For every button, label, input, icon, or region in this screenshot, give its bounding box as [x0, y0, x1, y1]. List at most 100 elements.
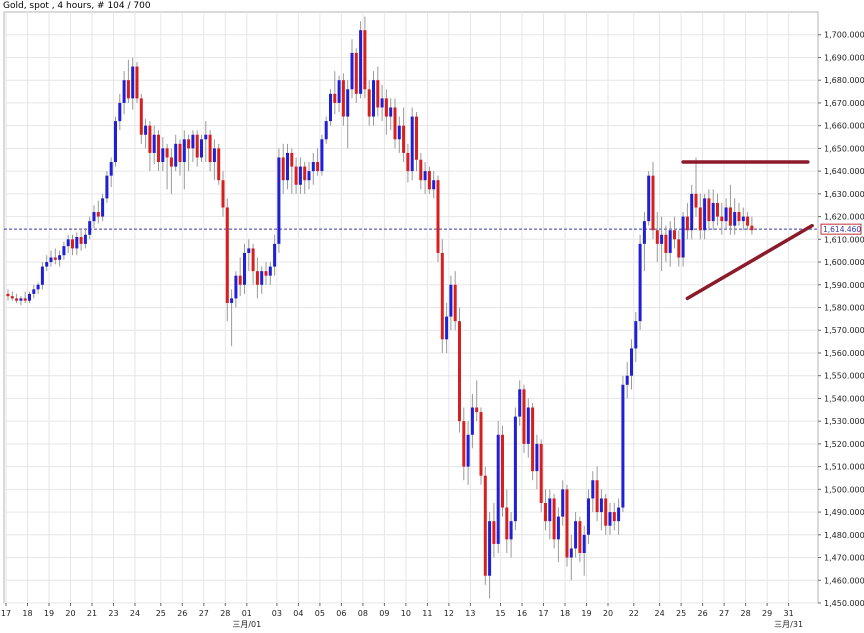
candle-body-down — [406, 152, 410, 172]
candle-body-down — [492, 521, 496, 544]
candle-body-down — [376, 80, 380, 108]
candle-body-up — [733, 212, 737, 226]
candle-body-up — [36, 284, 40, 290]
candle-body-up — [630, 348, 633, 376]
x-tick-label: 29 — [762, 609, 772, 618]
candle-body-down — [655, 230, 659, 244]
candle-body-up — [346, 89, 350, 117]
candle-body-down — [354, 52, 358, 94]
x-tick-label: 05 — [315, 609, 325, 618]
candle-body-up — [690, 193, 694, 231]
candle-body-up — [152, 134, 156, 153]
x-tick-label: 12 — [444, 609, 454, 618]
candle-body-up — [83, 234, 87, 244]
candle-body-up — [131, 66, 135, 99]
candle-body-up — [634, 321, 638, 349]
x-tick-label: 08 — [358, 609, 368, 618]
candle-body-up — [114, 121, 117, 163]
candle-body-down — [419, 159, 423, 181]
candle-body-down — [15, 298, 19, 301]
candle-body-up — [711, 202, 715, 222]
candle-body-up — [307, 171, 311, 181]
candle-body-down — [737, 212, 741, 222]
candle-body-up — [380, 98, 384, 108]
candle-body-up — [66, 239, 70, 247]
candle-body-up — [621, 384, 625, 508]
candle-body-down — [531, 407, 535, 472]
candle-body-up — [681, 216, 685, 258]
candle-body-up — [638, 243, 642, 322]
candle-body-down — [221, 180, 225, 208]
x-tick-label: 21 — [87, 609, 97, 618]
x-tick-label: 15 — [495, 609, 505, 618]
y-tick-label: 1,520.000 — [824, 440, 864, 449]
x-tick-label: 09 — [379, 609, 389, 618]
candle-body-down — [475, 407, 479, 413]
candle-body-down — [281, 157, 285, 181]
candle-body-down — [462, 421, 466, 467]
candle-body-down — [169, 157, 173, 167]
y-tick-label: 1,690.000 — [824, 53, 864, 62]
price-chart[interactable]: 1,450.000 1,460.000 1,470.000 1,480.000 1,49… — [0, 0, 864, 629]
candle-body-down — [698, 207, 702, 231]
y-tick-label: 1,620.000 — [824, 213, 864, 222]
candle-body-up — [118, 102, 122, 122]
candle-body-up — [200, 139, 203, 158]
x-tick-label: 17 — [1, 609, 11, 618]
candle-body-down — [384, 98, 388, 117]
y-tick-label: 1,630.000 — [824, 190, 864, 199]
candle-body-down — [178, 143, 182, 163]
candle-body-up — [298, 166, 302, 185]
candle-body-up — [212, 148, 216, 163]
x-month-label: 三月/31 — [774, 620, 803, 629]
candle-body-down — [694, 193, 698, 208]
candle-body-down — [96, 212, 100, 217]
candle-body-down — [483, 475, 487, 576]
candle-body-down — [363, 30, 367, 90]
candle-body-down — [6, 293, 10, 297]
candle-body-down — [79, 237, 83, 244]
candle-body-down — [303, 166, 307, 181]
candle-body-up — [561, 489, 565, 517]
candle-body-up — [724, 207, 728, 222]
candle-body-up — [28, 293, 31, 301]
y-tick-label: 1,480.000 — [824, 531, 864, 540]
x-tick-label: 01 — [242, 609, 252, 618]
candle-body-up — [273, 243, 277, 267]
candle-body-up — [75, 237, 79, 249]
candle-body-down — [393, 107, 397, 140]
x-tick-label: 26 — [698, 609, 708, 618]
candle-body-up — [191, 134, 195, 149]
candle-body-down — [251, 248, 255, 272]
candle-body-down — [479, 412, 483, 476]
candle-body-up — [548, 498, 552, 522]
candle-body-up — [617, 507, 621, 522]
x-tick-label: 19 — [44, 609, 54, 618]
candle-body-up — [243, 252, 246, 285]
y-tick-label: 1,670.000 — [824, 99, 864, 108]
candle-body-down — [135, 66, 139, 99]
x-tick-label: 20 — [65, 609, 75, 618]
candle-body-up — [174, 143, 178, 167]
candle-body-down — [294, 166, 298, 185]
y-tick-label: 1,640.000 — [824, 167, 864, 176]
candle-body-up — [45, 262, 49, 267]
candle-body-up — [535, 443, 539, 472]
candle-body-down — [23, 298, 27, 301]
y-tick-label: 1,610.000 — [824, 235, 864, 244]
candle-body-up — [19, 298, 23, 301]
candle-body-up — [625, 375, 629, 385]
y-tick-label: 1,570.000 — [824, 326, 864, 335]
y-tick-label: 1,540.000 — [824, 394, 864, 403]
x-tick-label: 13 — [465, 609, 475, 618]
candle-body-up — [260, 271, 264, 285]
candle-body-up — [599, 498, 603, 513]
candle-body-up — [582, 534, 586, 553]
candle-body-up — [397, 125, 401, 140]
candle-body-down — [612, 512, 616, 522]
candle-body-up — [660, 234, 664, 244]
candle-body-up — [591, 480, 595, 499]
candle-body-up — [488, 521, 492, 576]
candle-body-up — [389, 107, 393, 117]
candle-body-down — [415, 116, 418, 160]
